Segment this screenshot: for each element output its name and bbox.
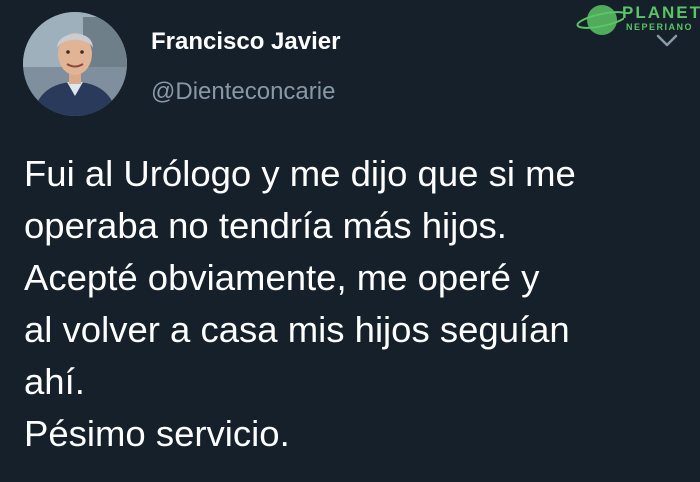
tweet-line: Pésimo servicio. [24,413,290,454]
tweet-line: al volver a casa mis hijos seguían [24,309,570,350]
tweet-line: ahí. [24,361,85,402]
tweet-line: operaba no tendría más hijos. [24,205,507,246]
tweet-text: Fui al Urólogo y me dijo que si me opera… [24,148,684,460]
planet-icon [576,5,624,35]
watermark-title: PLANETA [622,3,700,22]
watermark-subtitle: NEPERIANO [626,22,694,32]
avatar-photo [23,12,127,116]
author-name[interactable]: Francisco Javier [151,28,340,56]
watermark: PLANETA NEPERIANO [574,2,700,38]
author-handle[interactable]: @Dienteconcarie [151,78,335,106]
tweet-line: Acepté obviamente, me operé y [24,257,540,298]
avatar[interactable] [23,12,127,116]
tweet-line: Fui al Urólogo y me dijo que si me [24,153,576,194]
